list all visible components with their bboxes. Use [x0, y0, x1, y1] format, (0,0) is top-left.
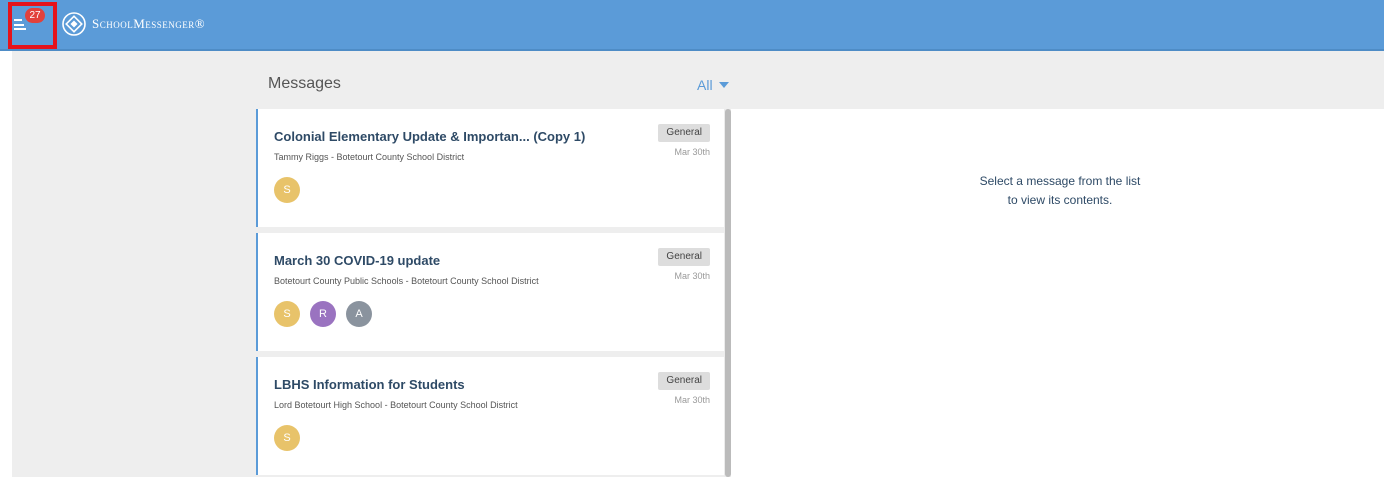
- message-sender: Tammy Riggs - Botetourt County School Di…: [274, 152, 465, 162]
- recipient-avatars: S R A: [274, 301, 382, 327]
- detail-header: [738, 51, 1384, 109]
- message-title: March 30 COVID-19 update: [274, 253, 441, 268]
- menu-icon[interactable]: [14, 19, 26, 30]
- list-scrollbar[interactable]: [724, 109, 731, 477]
- message-card[interactable]: Colonial Elementary Update & Importan...…: [256, 109, 724, 227]
- chevron-down-icon: [718, 82, 729, 88]
- message-sender: Lord Botetourt High School - Botetourt C…: [274, 400, 518, 410]
- notification-badge: 27: [25, 8, 45, 23]
- category-tag: General: [658, 124, 710, 142]
- scrollbar-thumb[interactable]: [725, 109, 731, 477]
- recipient-avatars: S: [274, 425, 310, 451]
- empty-state-line-1: Select a message from the list: [979, 174, 1141, 188]
- page-title: Messages: [268, 75, 341, 92]
- filter-label: All: [697, 77, 713, 93]
- message-title: Colonial Elementary Update & Importan...…: [274, 129, 586, 144]
- avatar: S: [274, 177, 300, 203]
- message-card[interactable]: March 30 COVID-19 update Botetourt Count…: [256, 233, 724, 351]
- app-logo[interactable]: SchoolMessenger®: [62, 12, 205, 36]
- top-bar: [0, 0, 1384, 49]
- schoolmessenger-logo-icon: [62, 12, 86, 36]
- category-tag: General: [658, 372, 710, 390]
- message-date: Mar 30th: [674, 147, 710, 157]
- category-tag: General: [658, 248, 710, 266]
- recipient-avatars: S: [274, 177, 310, 203]
- avatar: A: [346, 301, 372, 327]
- message-title: LBHS Information for Students: [274, 377, 465, 392]
- filter-dropdown[interactable]: All: [697, 77, 729, 93]
- avatar: S: [274, 425, 300, 451]
- avatar: R: [310, 301, 336, 327]
- logo-text: SchoolMessenger®: [92, 16, 206, 31]
- message-date: Mar 30th: [674, 395, 710, 405]
- avatar: S: [274, 301, 300, 327]
- empty-state-line-2: to view its contents.: [1007, 193, 1113, 207]
- empty-state-message: Select a message from the list to view i…: [930, 172, 1190, 210]
- message-sender: Botetourt County Public Schools - Boteto…: [274, 276, 539, 286]
- left-gutter: [12, 51, 256, 477]
- message-card[interactable]: LBHS Information for Students Lord Botet…: [256, 357, 724, 475]
- message-list: Colonial Elementary Update & Importan...…: [256, 109, 724, 477]
- message-date: Mar 30th: [674, 271, 710, 281]
